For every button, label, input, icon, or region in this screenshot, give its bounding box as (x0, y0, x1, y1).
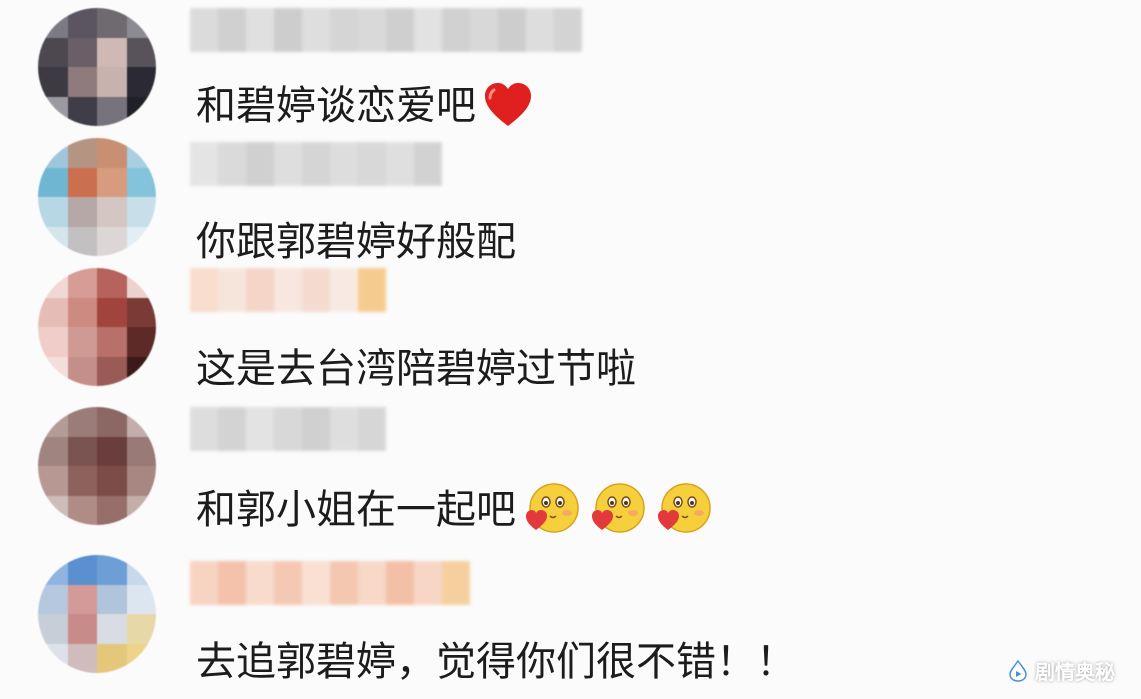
username-blurred[interactable] (190, 142, 442, 186)
play-drop-icon (1009, 659, 1027, 682)
comment-item: 去追郭碧婷，觉得你们很不错！！ (0, 545, 1141, 699)
avatar[interactable] (38, 555, 156, 673)
comment-text-content: 这是去台湾陪碧婷过节啦 (196, 346, 636, 392)
blush-heart-emoji-icon (658, 483, 711, 533)
comment-text: 和碧婷谈恋爱吧 (196, 80, 534, 132)
comment-text: 这是去台湾陪碧婷过节啦 (196, 345, 636, 393)
avatar[interactable] (38, 138, 156, 256)
heart-icon (485, 83, 531, 126)
comment-item: 和郭小姐在一起吧 (0, 395, 1141, 545)
comment-text-content: 和碧婷谈恋爱吧 (196, 83, 476, 129)
avatar[interactable] (38, 8, 156, 126)
comment-item: 你跟郭碧婷好般配 (0, 130, 1141, 265)
comment-text: 你跟郭碧婷好般配 (196, 218, 516, 266)
comment-text: 和郭小姐在一起吧 (196, 480, 714, 540)
avatar[interactable] (38, 268, 156, 386)
comment-item: 和碧婷谈恋爱吧 (0, 0, 1141, 130)
comment-text-content: 你跟郭碧婷好般配 (196, 219, 516, 265)
watermark-label: 剧情奥秘 (1035, 660, 1115, 684)
username-blurred[interactable] (190, 268, 386, 312)
watermark: 剧情奥秘 (1007, 656, 1115, 685)
comment-item: 这是去台湾陪碧婷过节啦 (0, 260, 1141, 395)
comment-text-content: 和郭小姐在一起吧 (196, 487, 516, 533)
blush-heart-emoji-icon (592, 483, 645, 533)
comment-text: 去追郭碧婷，觉得你们很不错！！ (196, 638, 796, 686)
username-blurred[interactable] (190, 561, 470, 605)
comment-text-content: 去追郭碧婷，觉得你们很不错！！ (196, 639, 796, 685)
avatar[interactable] (38, 407, 156, 525)
username-blurred[interactable] (190, 407, 386, 451)
username-blurred[interactable] (190, 8, 582, 52)
blush-heart-emoji-icon (526, 483, 579, 533)
